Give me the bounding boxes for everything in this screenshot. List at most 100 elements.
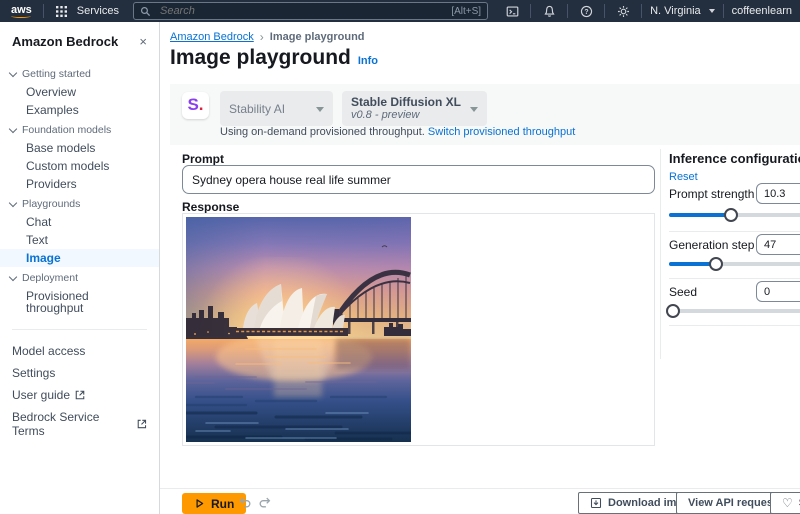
config-divider: [669, 278, 800, 279]
account-menu[interactable]: coffeenlearn: [732, 5, 792, 17]
page-title-text: Image playground: [170, 46, 351, 70]
sidebar-item-settings[interactable]: Settings: [0, 362, 159, 384]
close-icon[interactable]: ×: [139, 35, 147, 48]
nav-divider: [567, 4, 568, 18]
global-search[interactable]: [Alt+S]: [133, 2, 488, 20]
switch-throughput-link[interactable]: Switch provisioned throughput: [428, 126, 575, 138]
sidebar-item-overview[interactable]: Overview: [0, 83, 159, 101]
generation-step-slider[interactable]: [669, 262, 800, 266]
seed-value[interactable]: [756, 281, 800, 302]
heart-icon: ♡: [782, 496, 793, 510]
seed-slider[interactable]: [669, 309, 800, 313]
side-nav-header: Amazon Bedrock ×: [0, 22, 159, 55]
grid-icon: [52, 6, 72, 17]
chevron-down-icon: [9, 125, 17, 133]
model-name: Stable Diffusion XL: [351, 96, 461, 109]
redo-icon: [258, 495, 272, 509]
page-title: Image playground Info: [170, 46, 378, 70]
nav-group-label: Playgrounds: [22, 198, 80, 210]
link-label: Model access: [12, 344, 85, 358]
nav-group-deployment[interactable]: Deployment: [0, 267, 159, 287]
nav-group-label: Foundation models: [22, 124, 111, 136]
undo-button[interactable]: [238, 495, 252, 512]
generation-step-value[interactable]: [756, 234, 800, 255]
logo-dot: .: [199, 92, 204, 117]
chevron-down-icon: [9, 69, 17, 77]
services-menu[interactable]: Services: [52, 5, 119, 17]
provider-value: Stability AI: [229, 102, 285, 116]
nav-group-foundation-models[interactable]: Foundation models: [0, 119, 159, 139]
chevron-down-icon: [709, 9, 715, 13]
nav-divider: [641, 4, 642, 18]
aws-logo[interactable]: aws: [8, 4, 35, 19]
region-label: N. Virginia: [650, 5, 701, 17]
settings-gear-icon[interactable]: [613, 5, 633, 18]
side-nav-title: Amazon Bedrock: [12, 34, 118, 49]
nav-group-playgrounds[interactable]: Playgrounds: [0, 193, 159, 213]
sidebar-item-text[interactable]: Text: [0, 231, 159, 249]
throughput-text: Using on-demand provisioned throughput.: [220, 126, 428, 138]
prompt-strength-label: Prompt strength: [669, 187, 754, 201]
svg-text:?: ?: [584, 8, 588, 15]
external-link-icon: [75, 390, 85, 400]
save-button[interactable]: ♡ Sa: [770, 492, 800, 514]
breadcrumb-link-bedrock[interactable]: Amazon Bedrock: [170, 31, 254, 43]
slider-handle[interactable]: [724, 208, 738, 222]
sidebar-item-examples[interactable]: Examples: [0, 101, 159, 119]
prompt-label: Prompt: [182, 152, 224, 166]
redo-button[interactable]: [258, 495, 272, 512]
throughput-status: Using on-demand provisioned throughput. …: [220, 126, 575, 138]
download-icon: [590, 497, 602, 509]
title-info-link[interactable]: Info: [358, 55, 378, 67]
external-link-icon: [137, 419, 147, 429]
undo-icon: [238, 495, 252, 509]
notifications-bell-icon[interactable]: [539, 5, 559, 18]
chevron-down-icon: [9, 199, 17, 207]
aws-console-window: aws Services [Alt+S] ?: [0, 0, 800, 514]
cloudshell-icon[interactable]: [502, 5, 522, 18]
sidebar-item-custom-models[interactable]: Custom models: [0, 157, 159, 175]
sidebar-item-service-terms[interactable]: Bedrock Service Terms: [0, 406, 159, 442]
reset-link[interactable]: Reset: [669, 171, 698, 183]
link-label: User guide: [12, 388, 70, 402]
region-selector[interactable]: N. Virginia: [650, 5, 715, 17]
response-container: [182, 213, 655, 446]
sidebar-item-chat[interactable]: Chat: [0, 213, 159, 231]
slider-fill: [669, 213, 731, 217]
inference-config-title: Inference configuration Info: [669, 151, 800, 166]
slider-handle[interactable]: [709, 257, 723, 271]
sidebar-item-image[interactable]: Image: [0, 249, 159, 267]
sidebar-item-model-access[interactable]: Model access: [0, 340, 159, 362]
search-input[interactable]: [158, 4, 445, 18]
response-label: Response: [182, 200, 239, 214]
logo-letter: S: [187, 92, 198, 117]
model-selector-band: S. Stability AI Stable Diffusion XL v0.8…: [170, 84, 800, 145]
prompt-input[interactable]: [182, 165, 655, 194]
sidebar-item-base-models[interactable]: Base models: [0, 139, 159, 157]
nav-group-label: Getting started: [22, 68, 91, 80]
model-select[interactable]: Stable Diffusion XL v0.8 - preview: [342, 91, 487, 126]
sidebar-divider: [12, 329, 147, 330]
side-nav-list: Getting started Overview Examples Founda…: [0, 63, 159, 442]
generated-image: [186, 217, 411, 442]
services-label: Services: [77, 5, 119, 17]
nav-group-getting-started[interactable]: Getting started: [0, 63, 159, 83]
run-label: Run: [211, 497, 234, 511]
provider-select[interactable]: Stability AI: [220, 91, 333, 126]
nav-divider: [604, 4, 605, 18]
inference-title-text: Inference configuration: [669, 151, 800, 166]
model-version: v0.8 - preview: [351, 109, 461, 121]
prompt-strength-value[interactable]: [756, 183, 800, 204]
sidebar-item-provisioned-throughput[interactable]: Provisioned throughput: [0, 287, 159, 317]
footer-divider: [160, 488, 800, 489]
breadcrumb: Amazon Bedrock › Image playground: [170, 30, 365, 44]
account-label: coffeenlearn: [732, 5, 792, 17]
prompt-strength-slider[interactable]: [669, 213, 800, 217]
sidebar-item-user-guide[interactable]: User guide: [0, 384, 159, 406]
sidebar-item-providers[interactable]: Providers: [0, 175, 159, 193]
slider-handle[interactable]: [666, 304, 680, 318]
run-button[interactable]: Run: [182, 493, 246, 514]
main-content: Amazon Bedrock › Image playground Image …: [160, 22, 800, 514]
help-icon[interactable]: ?: [576, 5, 596, 18]
inference-configuration-panel: Inference configuration Info Reset Promp…: [660, 149, 800, 359]
